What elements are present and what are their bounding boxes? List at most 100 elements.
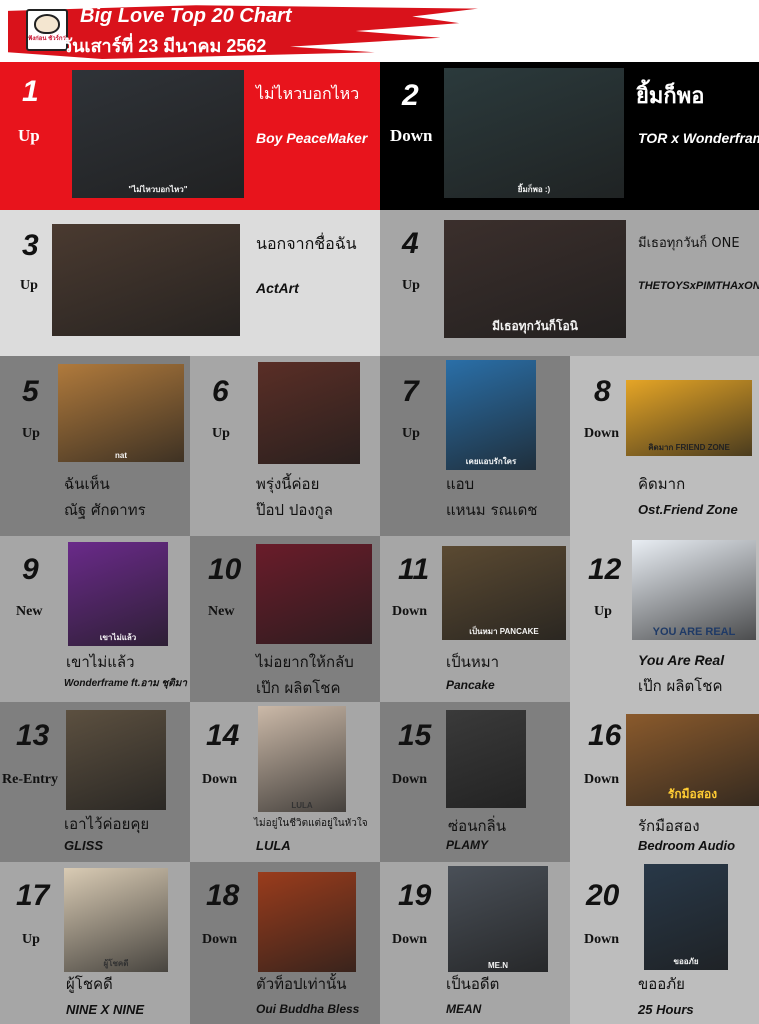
rank-status: Down	[392, 604, 428, 619]
rank-number: 11	[398, 553, 430, 586]
chart-row-5: 13 Re-Entry เอาไว้ค่อยคุย GLISS 14 Down …	[0, 702, 759, 862]
album-cover[interactable]: คิดมาก FRIEND ZONE	[626, 380, 752, 456]
rank-number: 17	[16, 879, 50, 912]
entry-7[interactable]: 7 Up เคยแอบรักใคร แอบ แหนม รณเดช	[380, 356, 570, 536]
song-title: คิดมาก	[638, 475, 686, 493]
entry-1[interactable]: 1 Up "ไม่ไหวบอกไหว" ไม่ไหวบอกไหว Boy Pea…	[0, 62, 380, 210]
rank-number: 13	[16, 719, 50, 752]
entry-11[interactable]: 11 Down เป็นหมา PANCAKE เป็นหมา Pancake	[380, 536, 570, 702]
album-cover[interactable]: ผู้โชคดี	[64, 868, 168, 972]
cover-caption: YOU ARE REAL	[652, 626, 736, 638]
artist-name: ณัฐ ศักดาทร	[64, 501, 146, 519]
entry-14[interactable]: 14 Down LULA ไม่อยู่ในชีวิตแต่อยู่ในหัวใ…	[190, 702, 380, 862]
rank-status: New	[16, 604, 43, 619]
album-cover[interactable]	[446, 710, 526, 808]
album-cover[interactable]: nat	[58, 364, 184, 462]
artist-name: GLISS	[64, 838, 104, 853]
album-cover[interactable]: เป็นหมา PANCAKE	[442, 546, 566, 640]
rank-number: 6	[212, 375, 229, 408]
entry-17[interactable]: 17 Up ผู้โชคดี ผู้โชคดี NINE X NINE	[0, 862, 190, 1024]
rank-number: 16	[588, 719, 622, 752]
artist-name: LULA	[256, 838, 291, 853]
artist-name: Boy PeaceMaker	[256, 130, 368, 146]
cover-caption: ME.N	[488, 961, 508, 970]
album-cover[interactable]: เคยแอบรักใคร	[446, 360, 536, 470]
album-cover[interactable]: ขออภัย	[644, 864, 728, 970]
entry-5[interactable]: 5 Up nat ฉันเห็น ณัฐ ศักดาทร	[0, 356, 190, 536]
album-cover[interactable]: ME.N	[448, 866, 548, 972]
entry-16[interactable]: 16 Down รักมือสอง รักมือสอง Bedroom Audi…	[570, 702, 759, 862]
entry-9[interactable]: 9 New เขาไม่แล้ว เขาไม่แล้ว Wonderframe …	[0, 536, 190, 702]
cover-caption	[143, 332, 149, 336]
song-title: ยิ้มก็พอ	[636, 84, 705, 109]
artist-name: Ost.Friend Zone	[638, 502, 738, 517]
cover-caption	[483, 804, 489, 808]
chart-date: วันเสาร์ที่ 23 มีนาคม 2562	[62, 36, 267, 56]
artist-name: THETOYSxPIMTHAxONE	[638, 280, 759, 292]
album-cover[interactable]	[66, 710, 166, 810]
album-cover[interactable]: ยิ้มก็พอ :)	[444, 68, 624, 198]
song-title: เป็นหมา	[446, 653, 500, 671]
album-cover[interactable]	[258, 872, 356, 972]
artist-name: ป๊อป ปองกูล	[256, 501, 333, 519]
rank-number: 5	[22, 375, 39, 408]
rank-number: 18	[206, 879, 240, 912]
artist-name: 25 Hours	[638, 1002, 694, 1017]
cover-caption: มีเธอทุกวันก็โอนิ	[492, 319, 578, 333]
rank-number: 8	[594, 375, 611, 408]
artist-name: เป๊ก ผลิตโชค	[638, 677, 723, 695]
rank-status: Down	[392, 772, 428, 787]
entry-2[interactable]: 2 Down ยิ้มก็พอ :) ยิ้มก็พอ TOR x Wonder…	[380, 62, 759, 210]
song-title: เอาไว้ค่อยคุย	[64, 815, 150, 833]
album-cover[interactable]: "ไม่ไหวบอกไหว"	[72, 70, 244, 198]
cover-caption: เป็นหมา PANCAKE	[469, 627, 539, 636]
rank-number: 19	[398, 879, 432, 912]
entry-13[interactable]: 13 Re-Entry เอาไว้ค่อยคุย GLISS	[0, 702, 190, 862]
artist-name: Oui Buddha Bless	[256, 1002, 360, 1016]
album-cover[interactable]: มีเธอทุกวันก็โอนิ	[444, 220, 626, 338]
song-title: มีเธอทุกวันก็ ONE	[638, 236, 740, 251]
album-cover[interactable]: รักมือสอง	[626, 714, 759, 806]
entry-8[interactable]: 8 Down คิดมาก FRIEND ZONE คิดมาก Ost.Fri…	[570, 356, 759, 536]
song-title: ตัวท็อปเท่านั้น	[256, 975, 347, 993]
rank-status: Down	[584, 772, 620, 787]
entry-15[interactable]: 15 Down ซ่อนกลิ่น PLAMY	[380, 702, 570, 862]
album-cover[interactable]: LULA	[258, 706, 346, 812]
artist-name: Bedroom Audio	[638, 838, 736, 853]
album-cover[interactable]: เขาไม่แล้ว	[68, 542, 168, 646]
entry-19[interactable]: 19 Down ME.N เป็นอดีต MEAN	[380, 862, 570, 1024]
entry-6[interactable]: 6 Up พรุ่งนี้ค่อย ป๊อป ปองกูล	[190, 356, 380, 536]
entry-10[interactable]: 10 New ไม่อยากให้กลับ เป๊ก ผลิตโชค	[190, 536, 380, 702]
album-cover[interactable]: YOU ARE REAL	[632, 540, 756, 640]
entry-4[interactable]: 4 Up มีเธอทุกวันก็โอนิ มีเธอทุกวันก็ ONE…	[380, 210, 759, 356]
song-title: ขออภัย	[638, 975, 685, 993]
song-title: ไม่อยู่ในชีวิตแต่อยู่ในหัวใจ	[254, 818, 368, 829]
entry-20[interactable]: 20 Down ขออภัย ขออภัย 25 Hours	[570, 862, 759, 1024]
rank-number: 3	[22, 229, 39, 262]
album-cover[interactable]	[258, 362, 360, 464]
rank-status: Down	[202, 932, 238, 947]
cover-caption: LULA	[291, 801, 313, 810]
entry-18[interactable]: 18 Down ตัวท็อปเท่านั้น Oui Buddha Bless	[190, 862, 380, 1024]
artist-name: ActArt	[256, 280, 299, 296]
artist-name: Pancake	[446, 678, 495, 692]
rank-number: 15	[398, 719, 432, 752]
song-title: ไม่ไหวบอกไหว	[256, 84, 360, 103]
chart-title: Big Love Top 20 Chart	[80, 5, 292, 27]
rank-number: 4	[402, 227, 419, 260]
rank-number: 12	[588, 553, 622, 586]
artist-name: MEAN	[446, 1002, 482, 1016]
cover-caption	[306, 460, 312, 464]
entry-12[interactable]: 12 Up YOU ARE REAL You Are Real เป๊ก ผลิ…	[570, 536, 759, 702]
rank-status: Down	[202, 772, 238, 787]
mascot-face-icon	[34, 14, 60, 34]
cover-caption	[311, 640, 317, 644]
album-cover[interactable]	[256, 544, 372, 644]
rank-status: Up	[594, 604, 612, 619]
song-title: ซ่อนกลิ่น	[448, 817, 506, 835]
rank-status: Up	[402, 426, 420, 441]
entry-3[interactable]: 3 Up นอกจากชื่อฉัน ActArt	[0, 210, 380, 356]
album-cover[interactable]	[52, 224, 240, 336]
song-title: นอกจากชื่อฉัน	[256, 234, 357, 253]
cover-caption: ขออภัย	[673, 957, 699, 966]
